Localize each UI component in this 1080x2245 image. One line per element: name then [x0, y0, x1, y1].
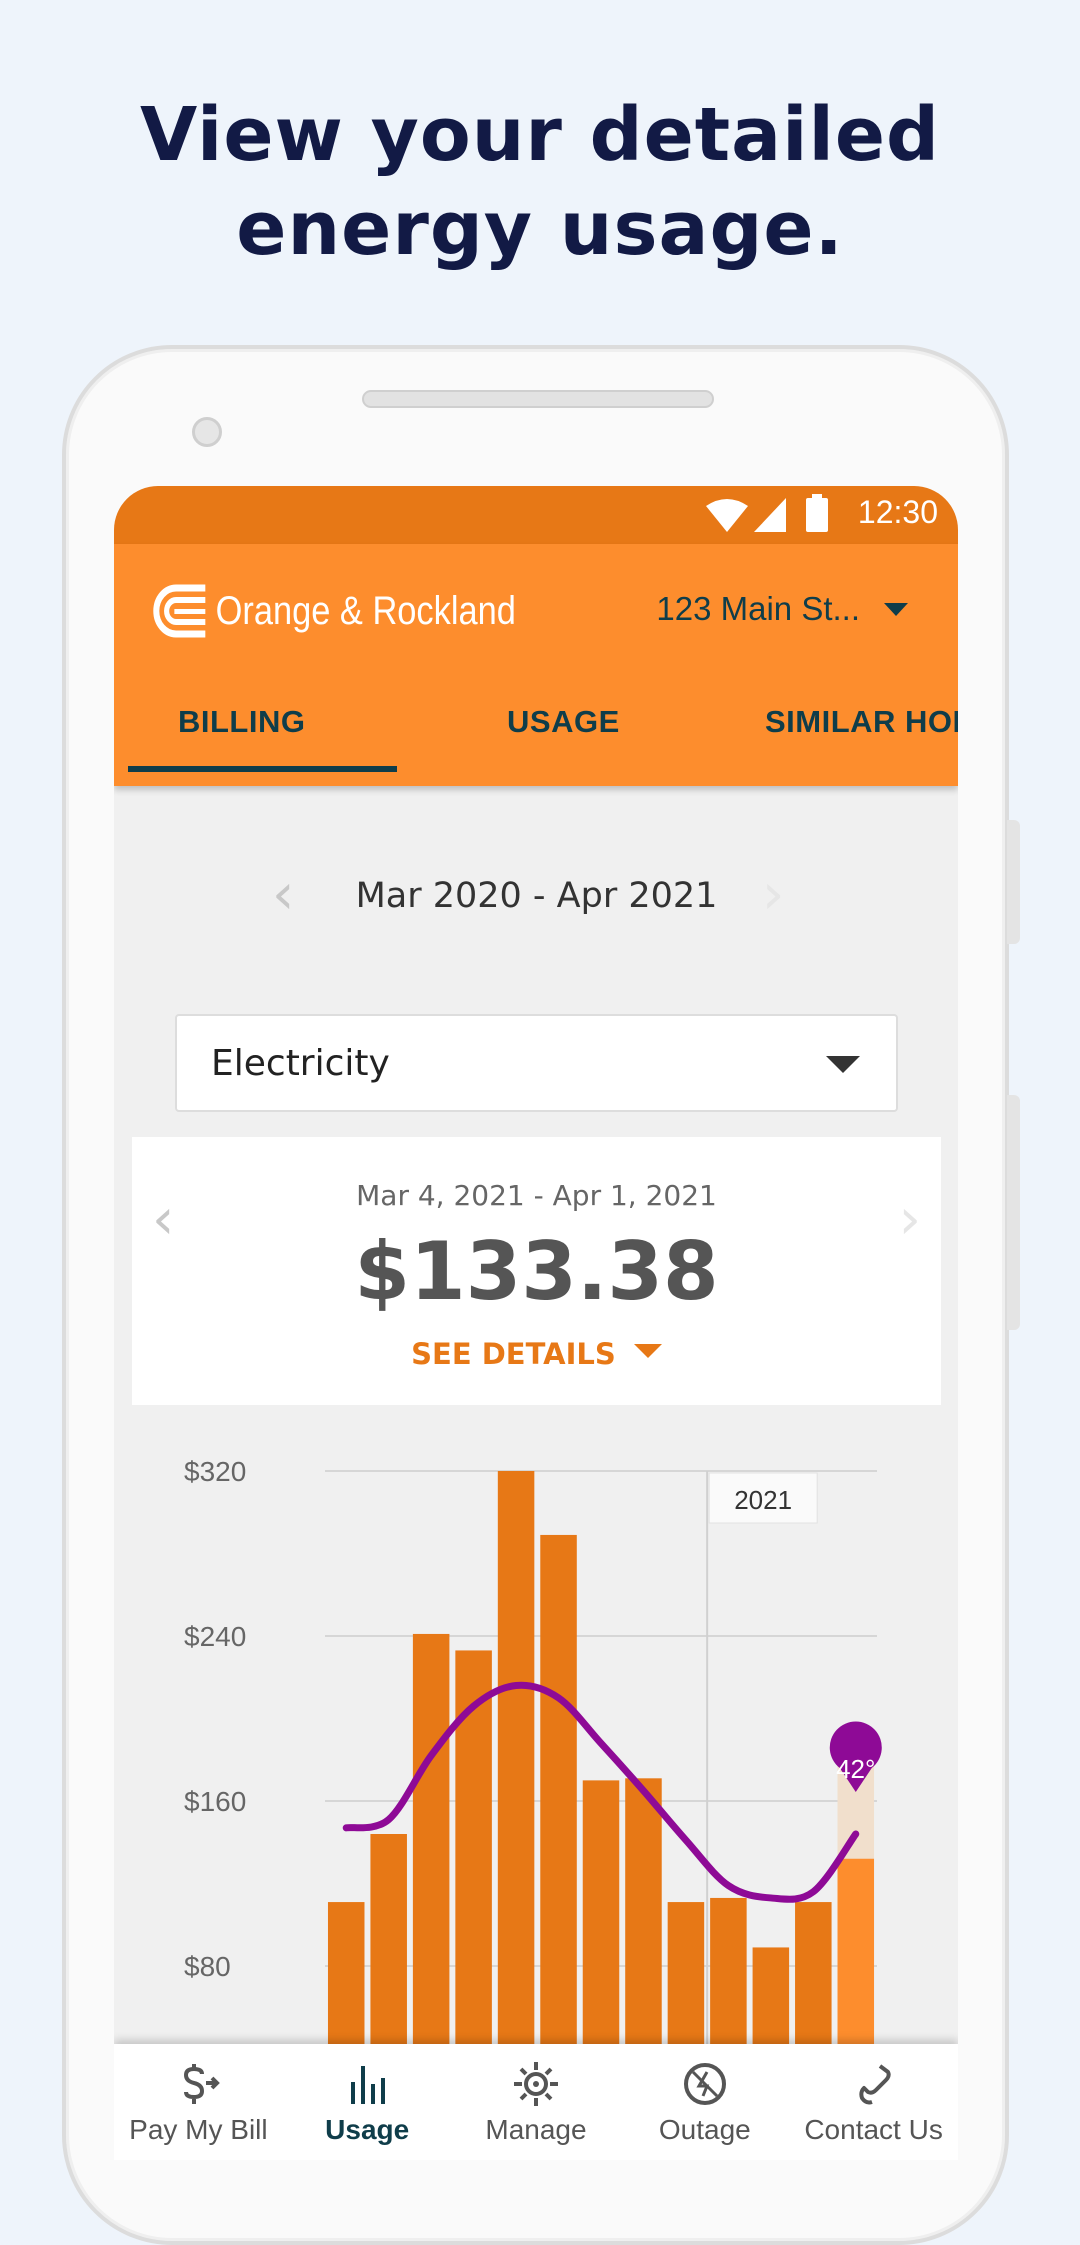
tab-usage[interactable]: USAGE — [507, 704, 620, 740]
temperature-label: 42° — [836, 1754, 875, 1784]
outage-icon — [683, 2063, 726, 2105]
y-tick-label: $80 — [184, 1951, 231, 1982]
battery-icon — [806, 494, 828, 532]
bill-summary: ‹ Mar 4, 2021 - Apr 1, 2021 $133.38 › SE… — [132, 1137, 941, 1429]
nav-label: Outage — [658, 2114, 751, 2145]
phone-camera — [192, 417, 222, 447]
usage-chart-icon — [351, 2066, 386, 2104]
next-range-chevron-icon[interactable]: › — [762, 862, 784, 927]
account-selector[interactable]: 123 Main St... — [656, 590, 908, 628]
nav-label: Manage — [485, 2114, 587, 2145]
nav-label: Usage — [325, 2114, 410, 2145]
caret-down-icon — [633, 1344, 662, 1358]
year-label: 2021 — [734, 1485, 792, 1515]
phone-speaker — [362, 390, 714, 408]
nav-usage[interactable]: Usage — [283, 2044, 452, 2160]
manage-icon — [513, 2062, 558, 2106]
nav-pay-my-bill[interactable]: Pay My Bill — [114, 2044, 283, 2160]
signal-icon — [754, 498, 786, 532]
see-details-button[interactable]: SEE DETAILS — [132, 1337, 941, 1371]
y-tick-label: $320 — [184, 1456, 246, 1487]
nav-manage[interactable]: Manage — [452, 2044, 621, 2160]
date-range: Mar 2020 - Apr 2021 — [355, 876, 718, 916]
see-details-label: SEE DETAILS — [411, 1337, 616, 1371]
nav-contact-us[interactable]: Contact Us — [789, 2044, 958, 2160]
status-bar: 12:30 — [114, 486, 958, 544]
nav-label: Contact Us — [804, 2114, 943, 2145]
next-bill-chevron-icon[interactable]: › — [899, 1187, 921, 1252]
brand-logo-icon — [153, 584, 206, 638]
chevron-down-icon — [826, 1056, 860, 1073]
service-dropdown[interactable]: Electricity — [175, 1014, 898, 1112]
app-bar: Orange & Rockland 123 Main St... BILLING… — [114, 544, 958, 786]
y-tick-label: $240 — [184, 1621, 246, 1652]
brand-name: Orange & Rockland — [215, 588, 516, 633]
account-address: 123 Main St... — [656, 590, 860, 627]
status-time: 12:30 — [857, 494, 938, 530]
headline-line-2: energy usage. — [236, 186, 844, 272]
brand-logo: Orange & Rockland — [152, 584, 516, 638]
tab-billing[interactable]: BILLING — [178, 704, 306, 740]
bill-period: Mar 4, 2021 - Apr 1, 2021 — [356, 1179, 717, 1212]
nav-outage[interactable]: Outage — [620, 2044, 789, 2160]
bottom-nav: Pay My Bill Usage Manage Outage Contact … — [114, 2044, 958, 2160]
wifi-icon — [706, 499, 748, 532]
chevron-down-icon — [884, 602, 908, 616]
phone-side-button — [1007, 820, 1020, 944]
pay-bill-icon — [184, 2064, 221, 2104]
headline: View your detailed energy usage. — [0, 88, 1080, 276]
nav-label: Pay My Bill — [129, 2114, 268, 2145]
headline-line-1: View your detailed — [139, 92, 941, 178]
phone-icon — [858, 2064, 891, 2105]
y-tick-label: $160 — [184, 1786, 246, 1817]
service-selected: Electricity — [211, 1043, 390, 1084]
phone-volume-button — [1007, 1095, 1020, 1330]
billing-card: ‹ Mar 2020 - Apr 2021 › Electricity ‹ Ma… — [132, 806, 941, 2160]
bill-amount: $133.38 — [354, 1225, 719, 1318]
tab-indicator — [128, 766, 397, 772]
tab-similar-homes[interactable]: SIMILAR HOMES — [765, 704, 958, 740]
app-screen: 12:30 Orange & Rockland 123 Main St... B… — [114, 486, 958, 2160]
